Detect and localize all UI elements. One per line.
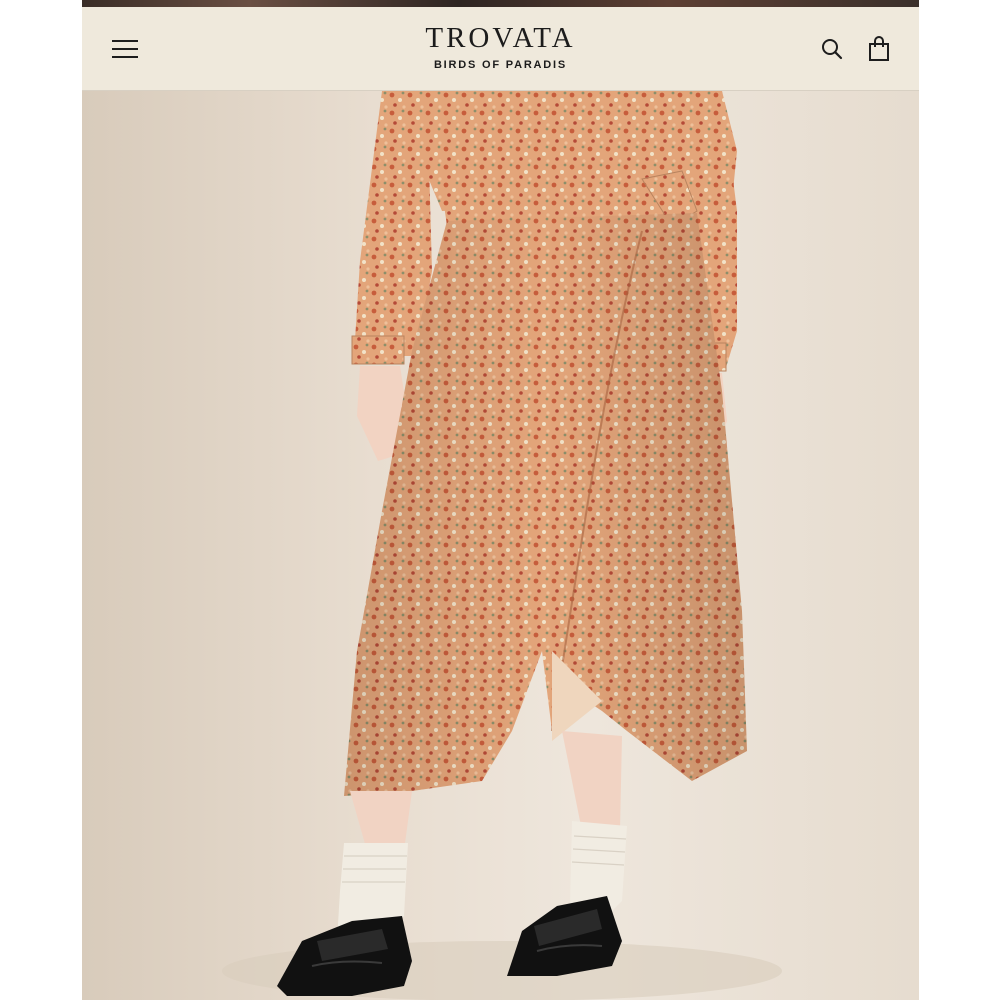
top-image-strip (82, 0, 919, 7)
product-hero-image (82, 91, 919, 1000)
brand-logo[interactable]: TROVATA BIRDS OF PARADIS (82, 21, 919, 71)
brand-title: TROVATA (425, 22, 576, 54)
shopping-bag-icon[interactable] (868, 36, 890, 62)
model-illustration (222, 91, 782, 1000)
brand-subtitle: BIRDS OF PARADIS (433, 59, 568, 71)
search-icon[interactable] (820, 37, 844, 61)
app-frame: TROVATA BIRDS OF PARADIS (82, 0, 919, 1000)
site-header: TROVATA BIRDS OF PARADIS (82, 7, 919, 91)
